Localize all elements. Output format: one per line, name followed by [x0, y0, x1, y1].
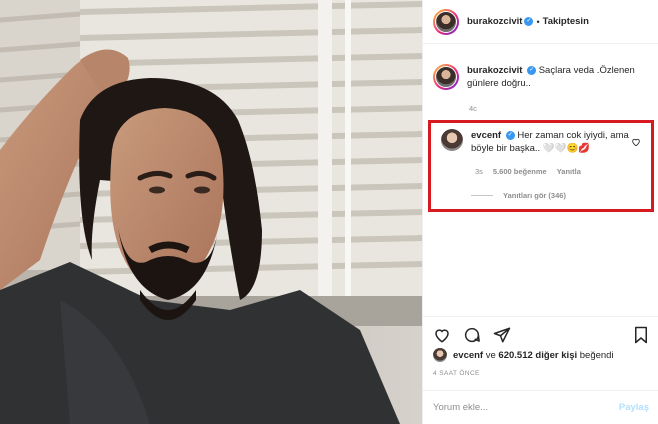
- verified-badge-icon: ✓: [524, 17, 534, 26]
- post-comment-button[interactable]: Paylaş: [619, 402, 649, 413]
- heart-icon[interactable]: [433, 326, 451, 344]
- comment-likes-count[interactable]: 5.600 beğenme: [493, 167, 547, 176]
- verified-badge-icon: ✓: [505, 130, 515, 140]
- likes-suffix: beğendi: [577, 349, 614, 361]
- highlighted-comment: evcenf ✓ Her zaman cok iyiydi, ama böyle…: [428, 120, 654, 212]
- likes-summary: evcenf ve 620.512 diğer kişi beğendi: [433, 348, 614, 362]
- liker-username[interactable]: evcenf: [453, 350, 483, 361]
- comment-icon[interactable]: [463, 326, 481, 344]
- liker-avatar[interactable]: [433, 348, 447, 362]
- post-photo[interactable]: [0, 0, 422, 424]
- post-sidebar: burakozcivit ✓ • Takiptesin burakozcivit…: [422, 0, 658, 424]
- comment-meta: 3s 5.600 beğenme Yanıtla: [475, 167, 581, 176]
- likes-middle-text: ve: [483, 349, 499, 361]
- caption-timestamp: 4c: [469, 104, 477, 113]
- caption-author-username[interactable]: burakozcivit: [467, 65, 522, 76]
- author-avatar[interactable]: [433, 8, 459, 35]
- separator-dot: •: [536, 16, 540, 27]
- share-icon[interactable]: [493, 326, 511, 344]
- reply-button[interactable]: Yanıtla: [557, 167, 581, 176]
- commenter-avatar[interactable]: [441, 129, 463, 151]
- post-actions-bar: [423, 316, 658, 352]
- replies-divider: [471, 195, 493, 196]
- view-replies-button[interactable]: Yanıtları gör (346): [471, 191, 566, 200]
- caption-author-avatar[interactable]: [433, 64, 459, 90]
- author-username[interactable]: burakozcivit: [467, 16, 522, 27]
- post-timestamp: 4 SAAT ÖNCE: [433, 370, 480, 377]
- comment-input[interactable]: [433, 402, 619, 413]
- likes-text: evcenf ve 620.512 diğer kişi beğendi: [453, 350, 614, 361]
- verified-badge-icon: ✓: [527, 65, 537, 75]
- caption-text-block: burakozcivit ✓ Saçlara veda .Özlenen gün…: [467, 64, 647, 90]
- likes-count[interactable]: 620.512 diğer kişi: [498, 350, 577, 361]
- comment: evcenf ✓ Her zaman cok iyiydi, ama böyle…: [441, 129, 641, 155]
- follow-status[interactable]: Takiptesin: [543, 16, 589, 27]
- comment-emoji: 🤍🤍😊💋: [542, 143, 591, 154]
- comment-time: 3s: [475, 167, 483, 176]
- comment-text-block: evcenf ✓ Her zaman cok iyiydi, ama böyle…: [471, 129, 631, 155]
- view-replies-label: Yanıtları gör (346): [503, 191, 566, 200]
- post-header: burakozcivit ✓ • Takiptesin: [423, 0, 658, 44]
- post-caption: burakozcivit ✓ Saçlara veda .Özlenen gün…: [433, 64, 649, 90]
- post-image: [0, 0, 422, 424]
- commenter-username[interactable]: evcenf: [471, 130, 501, 141]
- bookmark-icon[interactable]: [633, 326, 649, 344]
- comment-like-heart-icon[interactable]: [631, 137, 641, 150]
- add-comment-bar: Paylaş: [423, 390, 658, 424]
